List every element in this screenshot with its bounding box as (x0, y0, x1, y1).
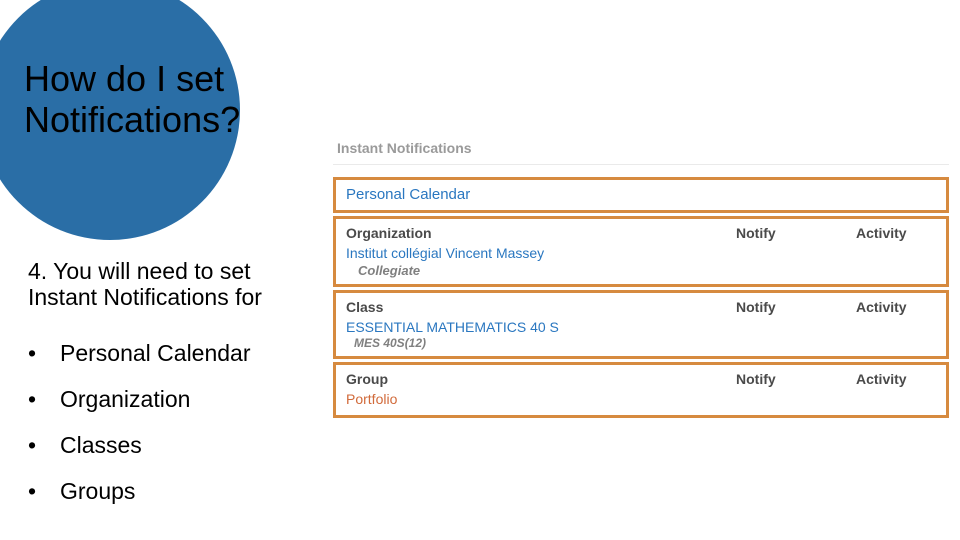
bullet-label: Classes (60, 422, 142, 468)
notifications-panel: Instant Notifications Personal Calendar … (333, 140, 949, 421)
bullet-item: • Personal Calendar (28, 330, 251, 376)
bullet-item: • Groups (28, 468, 251, 514)
slide-title: How do I set Notifications? (24, 58, 240, 141)
panel-heading: Instant Notifications (337, 140, 949, 156)
org-header-row: Organization Notify Activity (346, 225, 936, 241)
title-line2: Notifications? (24, 99, 240, 140)
bullet-item: • Classes (28, 422, 251, 468)
group-header: Group (346, 371, 736, 387)
class-card: Class Notify Activity ESSENTIAL MATHEMAT… (333, 290, 949, 360)
group-activity-header: Activity (856, 371, 936, 387)
class-sub: MES 40S(12) (354, 336, 936, 350)
org-sub: Collegiate (358, 263, 936, 278)
personal-calendar-link[interactable]: Personal Calendar (346, 186, 470, 203)
group-name-link[interactable]: Portfolio (346, 391, 936, 409)
org-name-link[interactable]: Institut collégial Vincent Massey (346, 245, 936, 263)
class-header-row: Class Notify Activity (346, 299, 936, 315)
bullet-label: Organization (60, 376, 190, 422)
personal-calendar-card: Personal Calendar (333, 177, 949, 213)
bullet-dot: • (28, 376, 60, 422)
organization-card: Organization Notify Activity Institut co… (333, 216, 949, 287)
class-notify-header: Notify (736, 299, 856, 315)
class-name-link[interactable]: ESSENTIAL MATHEMATICS 40 S (346, 319, 936, 337)
bullet-dot: • (28, 468, 60, 514)
group-notify-header: Notify (736, 371, 856, 387)
org-header: Organization (346, 225, 736, 241)
bullet-dot: • (28, 330, 60, 376)
title-line1: How do I set (24, 58, 224, 99)
divider (333, 164, 949, 165)
instruction-line2: Instant Notifications for (28, 284, 262, 310)
instruction-line1: 4. You will need to set (28, 258, 251, 284)
org-notify-header: Notify (736, 225, 856, 241)
class-activity-header: Activity (856, 299, 936, 315)
bullet-label: Groups (60, 468, 135, 514)
group-card: Group Notify Activity Portfolio (333, 362, 949, 418)
group-header-row: Group Notify Activity (346, 371, 936, 387)
bullet-item: • Organization (28, 376, 251, 422)
class-header: Class (346, 299, 736, 315)
bullet-list: • Personal Calendar • Organization • Cla… (28, 330, 251, 514)
bullet-dot: • (28, 422, 60, 468)
instruction-text: 4. You will need to set Instant Notifica… (28, 258, 328, 311)
bullet-label: Personal Calendar (60, 330, 251, 376)
org-activity-header: Activity (856, 225, 936, 241)
